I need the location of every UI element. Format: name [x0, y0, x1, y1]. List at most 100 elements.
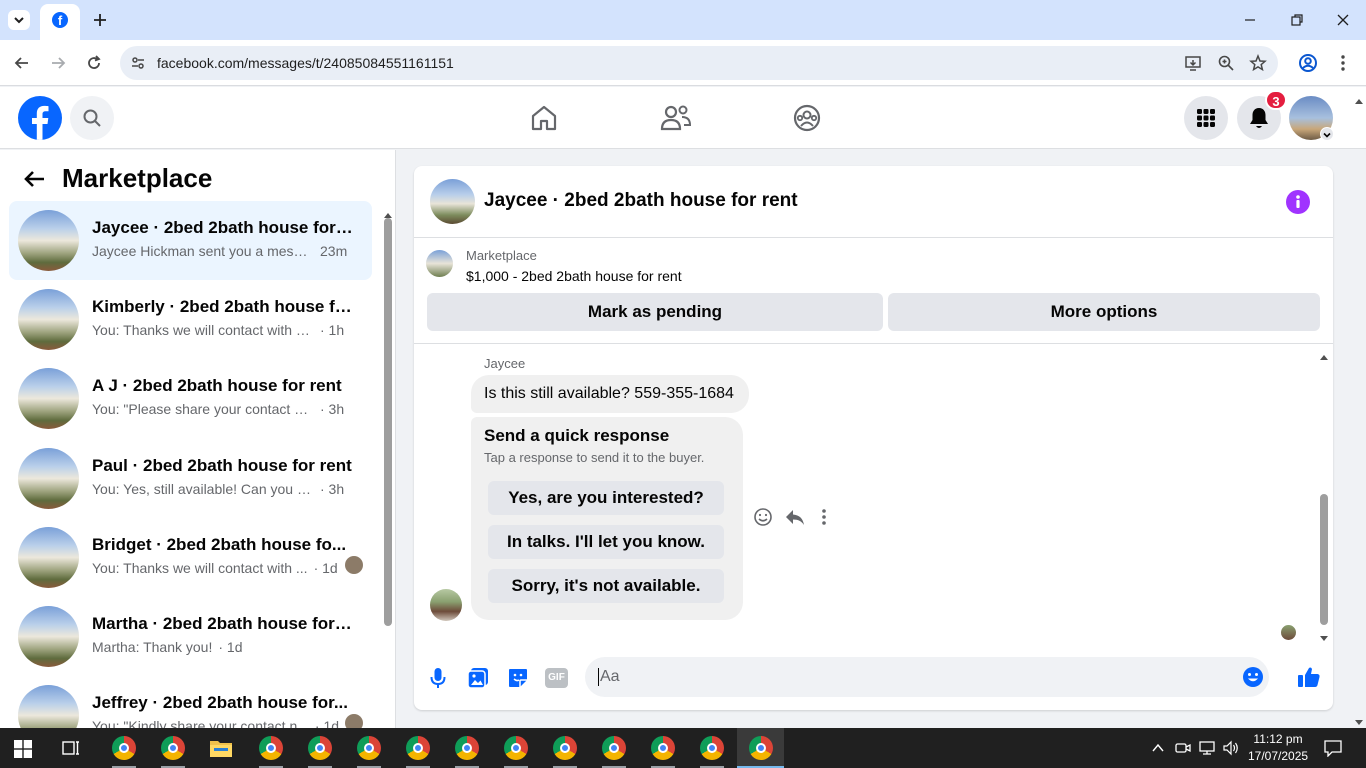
listing-thumbnail[interactable] — [426, 250, 453, 277]
search-icon[interactable] — [70, 96, 114, 140]
conversation-preview: You: "Please share your contact nu... · 3… — [92, 401, 344, 417]
file-explorer-icon[interactable] — [209, 736, 233, 760]
site-settings-icon[interactable] — [130, 55, 146, 71]
install-app-icon[interactable] — [1184, 54, 1202, 72]
message-bubble[interactable]: Is this still available? 559-355-1684 — [471, 375, 749, 413]
message-input[interactable]: Aa — [585, 657, 1269, 697]
emoji-icon[interactable] — [1242, 666, 1264, 688]
chat-title[interactable]: Jaycee · 2bed 2bath house for rent — [484, 190, 798, 212]
chat-listing-avatar[interactable] — [430, 179, 475, 224]
scroll-down-icon[interactable] — [1319, 630, 1329, 641]
meet-now-icon[interactable] — [1175, 740, 1191, 756]
chrome-app-icon[interactable] — [553, 736, 577, 760]
listing-banner: Marketplace $1,000 - 2bed 2bath house fo… — [414, 238, 1333, 344]
react-emoji-icon[interactable] — [753, 507, 773, 527]
new-tab-plus-icon[interactable] — [90, 10, 110, 30]
tab-list-dropdown-icon[interactable] — [8, 10, 30, 30]
groups-icon[interactable] — [792, 104, 822, 132]
message-input-placeholder: Aa — [598, 668, 620, 686]
friends-icon[interactable] — [660, 104, 692, 132]
volume-icon[interactable] — [1222, 740, 1240, 756]
scrollbar-thumb[interactable] — [384, 218, 392, 626]
chrome-profile-app-icon[interactable] — [161, 736, 185, 760]
browser-tab-bar: f — [0, 0, 1366, 40]
chrome-app-icon[interactable] — [651, 736, 675, 760]
page-scroll-up-icon[interactable] — [1354, 92, 1364, 104]
restore-window-icon[interactable] — [1287, 10, 1307, 30]
conversation-time: · 1d — [313, 560, 338, 576]
bookmark-star-icon[interactable] — [1249, 53, 1267, 72]
windows-start-icon[interactable] — [14, 740, 32, 758]
task-view-icon[interactable] — [61, 738, 81, 758]
notification-badge: 3 — [1265, 90, 1287, 110]
chrome-app-icon[interactable] — [259, 736, 283, 760]
scroll-up-icon[interactable] — [1319, 348, 1329, 360]
chat-scrollbar-thumb[interactable] — [1320, 494, 1328, 625]
info-icon[interactable] — [1286, 190, 1310, 214]
conversation-time: · 1d — [218, 639, 243, 655]
scroll-up-icon[interactable] — [384, 206, 392, 218]
back-arrow-icon[interactable] — [12, 53, 32, 73]
back-arrow-icon[interactable] — [22, 167, 48, 191]
chrome-active-app-icon[interactable] — [749, 736, 773, 760]
show-hidden-icons-chevron-icon[interactable] — [1151, 741, 1165, 755]
conversation-name: Jeffrey · 2bed 2bath house for... — [92, 693, 349, 712]
chrome-app-icon[interactable] — [357, 736, 381, 760]
reload-icon[interactable] — [84, 53, 104, 73]
conversation-item[interactable]: Kimberly · 2bed 2bath house for... You: T… — [9, 280, 372, 359]
conversation-name: Martha · 2bed 2bath house for r... — [92, 614, 354, 633]
address-bar[interactable]: facebook.com/messages/t/2408508455116115… — [120, 46, 1278, 80]
conversation-name: Paul · 2bed 2bath house for rent — [92, 456, 352, 475]
chrome-app-icon[interactable] — [308, 736, 332, 760]
microphone-icon[interactable] — [428, 666, 448, 690]
account-chevron-icon[interactable] — [1320, 127, 1334, 141]
gif-icon[interactable]: GIF — [545, 668, 568, 688]
chat-panel: Jaycee · 2bed 2bath house for rent Marke… — [414, 166, 1333, 710]
forward-arrow-icon[interactable] — [48, 53, 68, 73]
like-thumbs-up-icon[interactable] — [1297, 665, 1321, 689]
browser-menu-icon[interactable] — [1335, 53, 1351, 73]
mark-as-pending-button[interactable]: Mark as pending — [427, 293, 883, 331]
quick-response-option[interactable]: Sorry, it's not available. — [488, 569, 724, 603]
conversation-name: Jaycee · 2bed 2bath house for rent — [92, 218, 354, 237]
conversation-time: 23m — [320, 243, 348, 259]
conversation-name: A J · 2bed 2bath house for rent — [92, 376, 342, 395]
sender-avatar[interactable] — [430, 589, 462, 621]
chrome-app-icon[interactable] — [700, 736, 724, 760]
conversation-item[interactable]: Paul · 2bed 2bath house for rent You: Yes… — [9, 439, 372, 518]
notification-center-icon[interactable] — [1324, 739, 1342, 758]
url-text: facebook.com/messages/t/2408508455116115… — [157, 55, 454, 71]
conversation-listing-avatar — [18, 606, 79, 667]
close-window-icon[interactable] — [1333, 10, 1353, 30]
clock-time[interactable]: 11:12 pm — [1248, 732, 1308, 746]
conversation-item[interactable]: Martha · 2bed 2bath house for r... Martha… — [9, 597, 372, 676]
chrome-app-icon[interactable] — [455, 736, 479, 760]
profile-icon[interactable] — [1297, 52, 1319, 74]
minimize-window-icon[interactable] — [1240, 10, 1260, 30]
chrome-app-icon[interactable] — [504, 736, 528, 760]
network-icon[interactable] — [1199, 740, 1217, 756]
conversation-item[interactable]: A J · 2bed 2bath house for rent You: "Ple… — [9, 359, 372, 438]
zoom-icon[interactable] — [1217, 54, 1235, 72]
reply-icon[interactable] — [784, 507, 806, 527]
clock-date[interactable]: 17/07/2025 — [1248, 749, 1308, 763]
conversation-item[interactable]: Jaycee · 2bed 2bath house for rent Jaycee… — [9, 201, 372, 280]
more-options-button[interactable]: More options — [888, 293, 1320, 331]
chrome-app-icon[interactable] — [602, 736, 626, 760]
sticker-icon[interactable] — [506, 666, 530, 690]
chrome-profile-app-icon[interactable] — [112, 736, 136, 760]
facebook-logo-icon[interactable] — [18, 96, 62, 140]
conversation-item[interactable]: Bridget · 2bed 2bath house fo... You: Tha… — [9, 518, 372, 597]
page-scroll-down-icon[interactable] — [1354, 714, 1364, 725]
browser-tab-active[interactable]: f — [40, 4, 80, 40]
more-actions-icon[interactable] — [819, 507, 829, 527]
home-icon[interactable] — [529, 104, 559, 132]
menu-grid-icon[interactable] — [1184, 96, 1228, 140]
chrome-app-icon[interactable] — [406, 736, 430, 760]
conversation-item[interactable]: Jeffrey · 2bed 2bath house for... You: "K… — [9, 676, 372, 728]
photo-attach-icon[interactable] — [466, 666, 490, 690]
quick-response-option[interactable]: In talks. I'll let you know. — [488, 525, 724, 559]
read-receipt-avatar — [345, 556, 363, 574]
quick-response-option[interactable]: Yes, are you interested? — [488, 481, 724, 515]
listing-price-title[interactable]: $1,000 - 2bed 2bath house for rent — [466, 268, 682, 284]
